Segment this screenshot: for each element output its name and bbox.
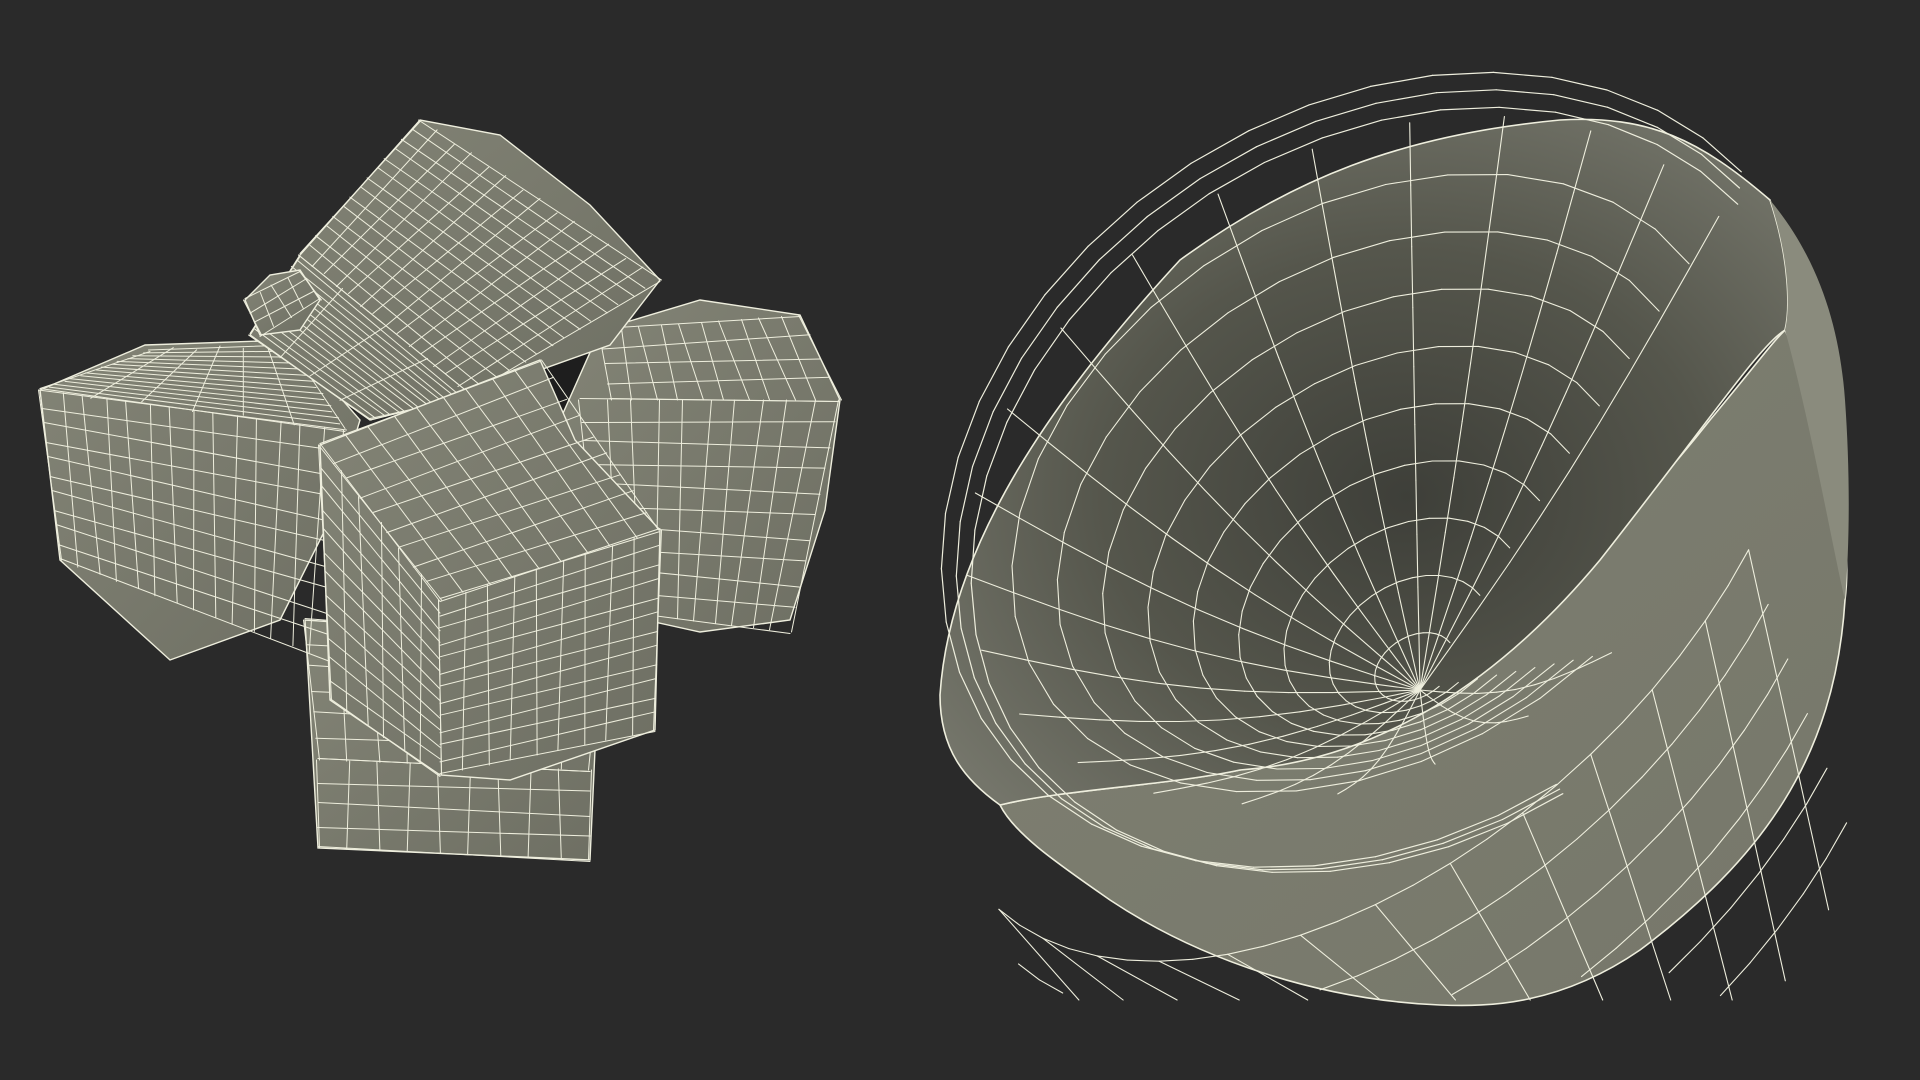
wire-edge (1297, 756, 1339, 759)
wire-edge (1328, 661, 1331, 675)
wire-edge (1276, 767, 1325, 770)
wire-edge (1235, 790, 1297, 793)
wire-edge (1256, 779, 1311, 781)
viewport-canvas (0, 0, 1920, 1080)
